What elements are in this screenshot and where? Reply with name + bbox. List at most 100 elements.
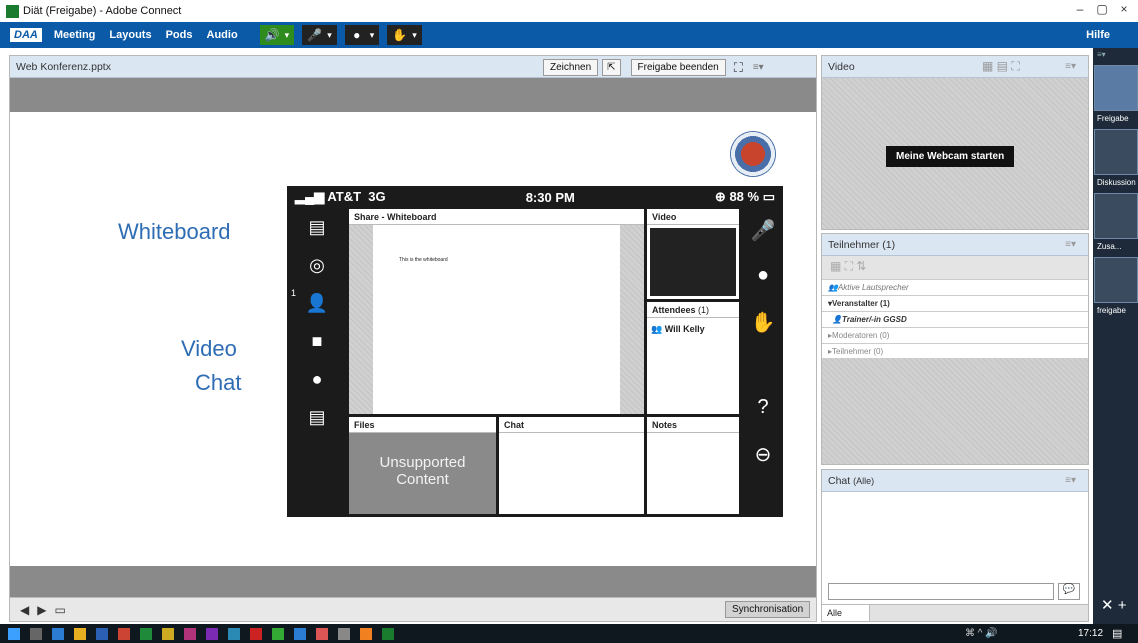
layout-thumb[interactable] [1094, 193, 1138, 239]
chat-title: Chat [828, 474, 851, 487]
phone-video-title: Video [647, 209, 739, 225]
notification-icon[interactable]: ▤ [1112, 627, 1122, 640]
menu-pods[interactable]: Pods [166, 29, 193, 41]
menu-audio[interactable]: Audio [207, 29, 238, 41]
moderators-group[interactable]: ▸ Moderatoren (0) [822, 328, 1088, 344]
host-user-icon: 👤 [832, 315, 842, 324]
slide-label-whiteboard: Whiteboard [118, 219, 231, 244]
layout-thumb[interactable] [1094, 129, 1138, 175]
next-slide-icon[interactable]: ▶ [37, 603, 46, 617]
attendee-badge: 1 [291, 288, 297, 298]
chat-input[interactable] [828, 583, 1054, 600]
pod-menu-icon[interactable]: ≡▾ [1065, 61, 1076, 72]
prev-slide-icon[interactable]: ◀ [20, 603, 29, 617]
phone-time: 8:30 PM [525, 189, 575, 205]
exit-icon[interactable]: ⊖ [743, 436, 783, 482]
microphone-button[interactable]: 🎤 ▾ [302, 25, 337, 45]
acrobat-icon[interactable] [250, 627, 262, 640]
start-webcam-button[interactable]: Meine Webcam starten [886, 146, 1015, 167]
layout-thumb[interactable] [1094, 65, 1138, 111]
active-speakers: 👥 Aktive Lautsprecher [822, 280, 1088, 296]
pod-menu-icon[interactable]: ≡▾ [753, 62, 764, 73]
chat-bubble-icon[interactable]: ● [287, 360, 347, 398]
phone-files-title: Files [349, 417, 496, 433]
start-icon[interactable] [8, 627, 20, 640]
menu-meeting[interactable]: Meeting [54, 29, 96, 41]
phone-battery: 88 % [729, 189, 760, 204]
person-icon: 👤 [305, 292, 329, 313]
host-entry[interactable]: 👤 Trainer/-in GGSD [822, 312, 1088, 328]
chevron-down-icon: ▾ [327, 29, 332, 40]
pointer-button[interactable]: ⇱ [602, 59, 621, 76]
adobe-connect-task-icon[interactable] [382, 627, 394, 640]
slide-top-gap [10, 78, 816, 112]
pod-list-icon[interactable]: ▤ [287, 208, 347, 246]
windows-taskbar: ⌘ ^ 🔊 17:12 ▤ [0, 624, 1138, 643]
phone-status-bar: ▂▄▆ AT&T 3G 8:30 PM ⊕ 88 % ▭ [287, 186, 783, 208]
chat-tab-all[interactable]: Alle [822, 605, 870, 621]
slide-label-video: Video [181, 336, 237, 361]
layout-label: Freigabe [1097, 114, 1129, 123]
daa-logo: DAA [10, 28, 42, 42]
chat-scope: (Alle) [853, 475, 875, 486]
app-icon[interactable] [338, 627, 350, 640]
fullscreen-icon[interactable]: ⛶ [734, 60, 743, 76]
explorer-icon[interactable] [74, 627, 86, 640]
phone-right-toolbar: 🎤 ● ✋ ? ⊖ [743, 208, 783, 517]
word-icon[interactable] [96, 627, 108, 640]
sync-button[interactable]: Synchronisation [725, 601, 811, 618]
phone-left-toolbar: ▤ ◎ 1 👤 ■ ● ▤ [287, 208, 347, 517]
video-layout-icons[interactable]: ▦ ▤ ⛶ [982, 59, 1020, 74]
excel-icon[interactable] [140, 627, 152, 640]
app-icon[interactable] [294, 627, 306, 640]
outlook-icon[interactable] [52, 627, 64, 640]
slide-view-icon[interactable]: ▭ [54, 603, 65, 617]
menu-help[interactable]: Hilfe [1086, 29, 1110, 41]
firefox-icon[interactable] [360, 627, 372, 640]
app-icon[interactable] [184, 627, 196, 640]
app-icon[interactable] [162, 627, 174, 640]
view-options-icon[interactable]: ▦ ⛶ ⇅ [830, 259, 866, 273]
pod-menu-icon[interactable]: ≡▾ [1065, 475, 1076, 486]
participants-empty-area [822, 358, 1088, 464]
tools-icon[interactable]: ✕ + [1101, 596, 1127, 614]
help-icon[interactable]: ? [743, 346, 783, 436]
notes-icon[interactable]: ▤ [287, 398, 347, 436]
phone-files-pod: Files Unsupported Content [349, 417, 496, 514]
tray-icons[interactable]: ⌘ ^ 🔊 [965, 628, 998, 639]
app-icon[interactable] [206, 627, 218, 640]
send-chat-button[interactable]: 💬 [1058, 583, 1080, 600]
phone-chat-title: Chat [499, 417, 644, 433]
raise-hand-button[interactable]: ✋ ▾ [387, 25, 422, 45]
chevron-down-icon: ▾ [412, 29, 417, 40]
powerpoint-icon[interactable] [118, 627, 130, 640]
layout-thumb[interactable] [1094, 257, 1138, 303]
app-icon[interactable] [272, 627, 284, 640]
menu-layouts[interactable]: Layouts [109, 29, 151, 41]
school-seal-logo [730, 131, 776, 177]
phone-attendee-name: Will Kelly [664, 324, 705, 334]
task-view-icon[interactable] [30, 627, 42, 640]
host-group[interactable]: ▾ Veranstalter (1) [822, 296, 1088, 312]
attendees-icon[interactable]: 1 👤 [287, 284, 347, 322]
app-icon[interactable] [316, 627, 328, 640]
layout-label: Diskussion [1097, 178, 1136, 187]
rail-menu-icon[interactable]: ≡▾ [1093, 48, 1138, 61]
taskbar-clock[interactable]: 17:12 [1078, 628, 1103, 639]
close-button[interactable]: × [1110, 2, 1138, 16]
raise-hand-icon[interactable]: ✋ [743, 300, 783, 346]
window-title: Diät (Freigabe) - Adobe Connect [23, 5, 182, 17]
stop-share-button[interactable]: Freigabe beenden [630, 59, 726, 76]
microphone-icon[interactable]: 🎤 [743, 208, 783, 254]
pod-menu-icon[interactable]: ≡▾ [1065, 239, 1076, 250]
share-target-icon[interactable]: ◎ [287, 246, 347, 284]
video-pod: Video ▦ ▤ ⛶ ≡▾ Meine Webcam starten [821, 55, 1089, 230]
webcam-button[interactable]: ● ▾ [344, 25, 380, 45]
draw-button[interactable]: Zeichnen [543, 59, 599, 76]
phone-notes-title: Notes [647, 417, 739, 433]
app-icon[interactable] [228, 627, 240, 640]
speaker-button[interactable]: 🔊 ▾ [259, 25, 295, 45]
camera-icon[interactable]: ● [743, 254, 783, 300]
video-camera-icon[interactable]: ■ [287, 322, 347, 360]
microphone-icon: 🎤 [307, 28, 323, 42]
